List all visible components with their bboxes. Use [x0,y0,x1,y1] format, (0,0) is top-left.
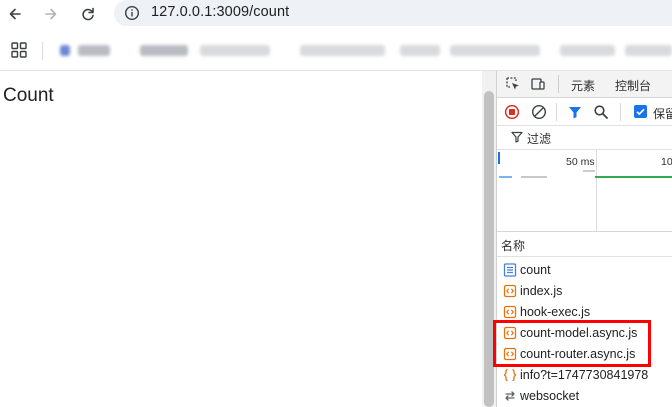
url-text[interactable]: 127.0.0.1:3009/count [151,4,289,20]
timeline-label-10: 10 [661,156,672,168]
browser-toolbar: 127.0.0.1:3009/count [0,0,672,28]
arrow-back-icon [9,8,21,20]
filter-bar[interactable]: 过滤 [497,126,672,150]
search-icon[interactable] [593,104,609,120]
request-name[interactable]: websocket [520,389,579,403]
devtools-tab-bar: 元素 控制台 [497,71,672,98]
request-row[interactable]: info?t=1747730841978 [497,365,672,386]
fetch-icon [503,368,517,382]
device-toolbar-icon[interactable] [530,76,546,92]
forward-button[interactable] [41,4,61,24]
network-controls: 保留 [497,98,672,126]
request-row[interactable]: count [497,260,672,281]
request-name[interactable]: hook-exec.js [520,305,590,319]
bookmark-item[interactable] [78,45,110,56]
script-icon [503,284,517,298]
bookmark-item[interactable] [200,45,270,56]
timeline-bar [583,170,595,172]
arrow-forward-icon [45,8,57,20]
back-button[interactable] [5,4,25,24]
address-bar[interactable]: 127.0.0.1:3009/count [114,0,672,26]
filter-funnel-icon [511,131,523,143]
bookmark-item[interactable] [300,45,385,56]
bookmark-item[interactable] [625,45,672,56]
reload-button[interactable] [78,4,98,24]
request-list-header[interactable]: 名称 [497,233,672,257]
bookmark-item[interactable] [450,45,540,56]
control-separator [556,103,557,121]
timeline-overview[interactable]: 50 ms 10 [497,150,672,232]
timeline-bar [521,176,547,178]
highlight-box [493,320,651,367]
clear-icon[interactable] [531,104,547,120]
request-name[interactable]: count [520,263,551,277]
timeline-label-50ms: 50 ms [566,156,595,168]
bookmark-item[interactable] [560,45,615,56]
websocket-icon [505,391,515,401]
preserve-log-checkbox[interactable] [634,105,647,118]
timeline-bar [595,176,672,178]
tab-console[interactable]: 控制台 [615,77,651,94]
request-row[interactable]: index.js [497,281,672,302]
document-icon [503,263,517,277]
column-name-header[interactable]: 名称 [501,237,525,254]
preserve-log-label[interactable]: 保留 [653,105,672,122]
timeline-handle[interactable] [498,152,500,164]
apps-grid-icon[interactable] [11,42,27,58]
inspect-element-icon[interactable] [505,76,521,92]
request-name[interactable]: index.js [520,284,562,298]
filter-icon[interactable] [567,104,583,120]
script-icon [503,305,517,319]
site-info-icon[interactable] [124,5,140,21]
bookmarks-separator [42,42,43,60]
tab-elements[interactable]: 元素 [571,77,595,94]
filter-input-placeholder[interactable]: 过滤 [527,130,551,147]
page-title: Count [3,85,54,106]
bookmark-item[interactable] [140,45,188,56]
reload-icon [82,7,94,21]
record-stop-icon[interactable] [504,104,520,120]
bookmark-item[interactable] [400,45,440,56]
request-name[interactable]: info?t=1747730841978 [520,368,648,382]
bookmarks-bar [0,36,672,66]
timeline-bar [499,176,512,178]
timeline-gridline [596,150,597,232]
request-row[interactable]: websocket [497,386,672,407]
check-icon [636,108,645,116]
bookmark-item[interactable] [60,45,70,56]
control-separator [620,103,621,121]
tab-separator [558,75,559,93]
